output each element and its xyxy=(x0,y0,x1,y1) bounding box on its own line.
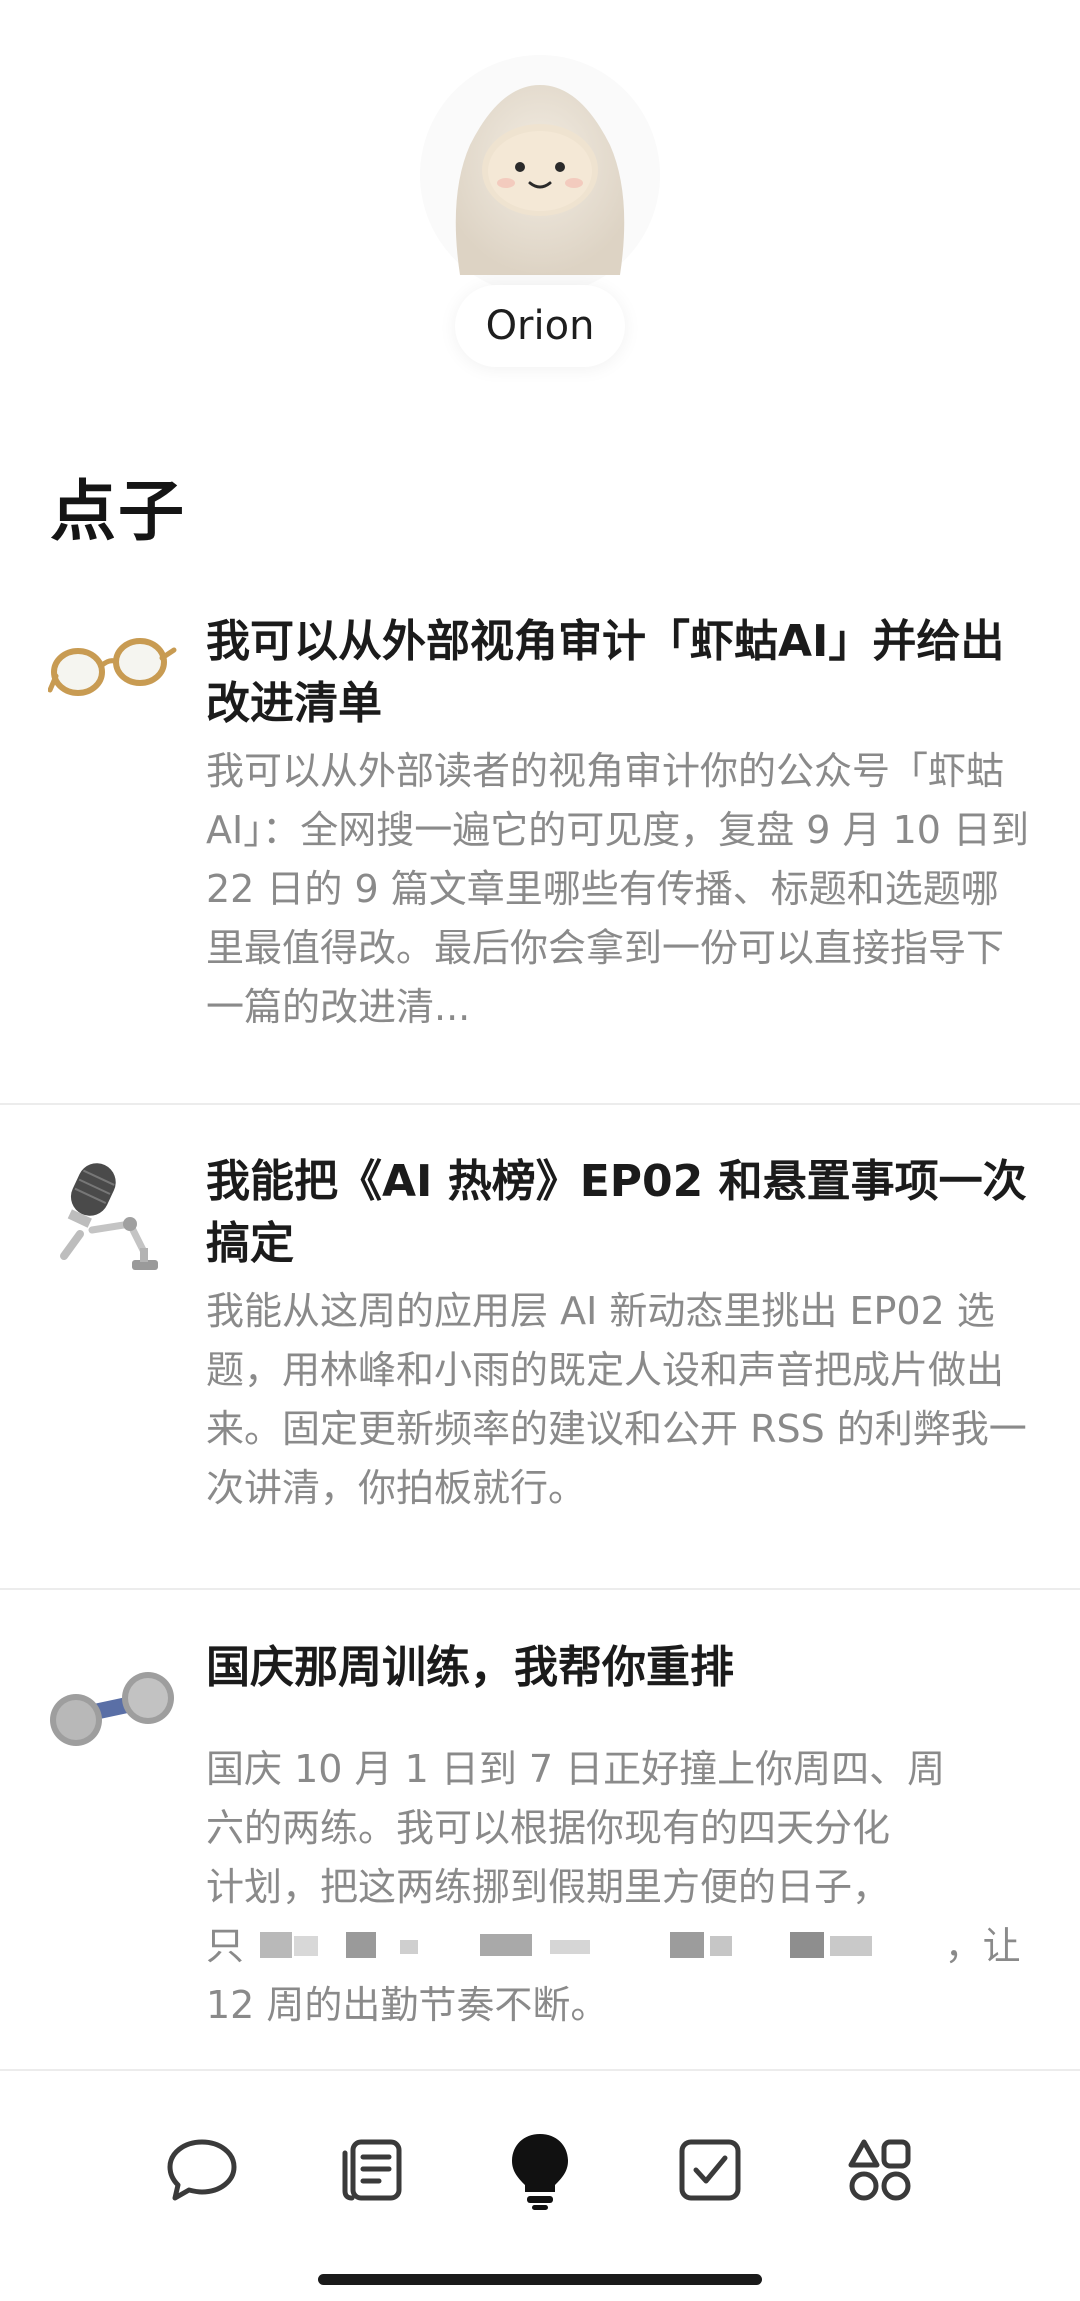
divider xyxy=(0,2069,1080,2071)
tab-notes[interactable] xyxy=(332,2130,412,2210)
tab-more[interactable] xyxy=(840,2130,920,2210)
idea-title: 国庆那周训练，我帮你重排 xyxy=(206,1642,734,1693)
dumbbell-icon xyxy=(50,1672,174,1746)
divider xyxy=(0,1588,1080,1590)
chat-bubble-icon xyxy=(167,2139,237,2201)
section-title: 点子 xyxy=(50,473,186,550)
idea-body: 国庆 10 月 1 日到 7 日正好撞上你周四、周 六的两练。我可以根据你现有的… xyxy=(206,1740,1036,2035)
bottom-tab-bar xyxy=(0,2100,1080,2240)
idea-body-line: 计划，把这两练挪到假期里方便的日子， xyxy=(206,1865,891,1909)
idea-body: 我可以从外部读者的视角审计你的公众号「虾蛄AI」：全网搜一遍它的可见度，复盘 9… xyxy=(206,749,1030,1029)
agent-profile[interactable]: Orion xyxy=(420,55,660,367)
tab-ideas[interactable] xyxy=(500,2130,580,2210)
divider xyxy=(0,1103,1080,1105)
notes-icon xyxy=(342,2139,402,2201)
glasses-icon xyxy=(48,638,177,696)
idea-body-line: 六的两练。我可以根据你现有的四天分化 xyxy=(206,1806,891,1850)
ideas-screen: Orion 点子 我可以从外部视角审计「虾蛄AI」并给出改进清单 我可以从外部读… xyxy=(0,0,1080,2301)
microphone-icon xyxy=(60,1163,158,1270)
redacted-text xyxy=(250,1930,910,1960)
lightbulb-icon xyxy=(512,2134,568,2210)
agent-name: Orion xyxy=(455,285,625,367)
tab-tasks[interactable] xyxy=(670,2130,750,2210)
idea-body-line: 12 周的出勤节奏不断。 xyxy=(206,1983,609,2027)
tab-chat[interactable] xyxy=(162,2130,242,2210)
checkbox-icon xyxy=(679,2139,741,2201)
shapes-icon xyxy=(848,2139,911,2201)
avatar[interactable] xyxy=(430,75,650,285)
idea-title: 我能把《AI 热榜》EP02 和悬置事项一次搞定 xyxy=(206,1156,1027,1269)
idea-title: 我可以从外部视角审计「虾蛄AI」并给出改进清单 xyxy=(206,616,1005,729)
idea-body: 我能从这周的应用层 AI 新动态里挑出 EP02 选题，用林峰和小雨的既定人设和… xyxy=(206,1289,1027,1510)
home-indicator[interactable] xyxy=(318,2274,762,2285)
idea-body-line: 国庆 10 月 1 日到 7 日正好撞上你周四、周 xyxy=(206,1747,946,1791)
